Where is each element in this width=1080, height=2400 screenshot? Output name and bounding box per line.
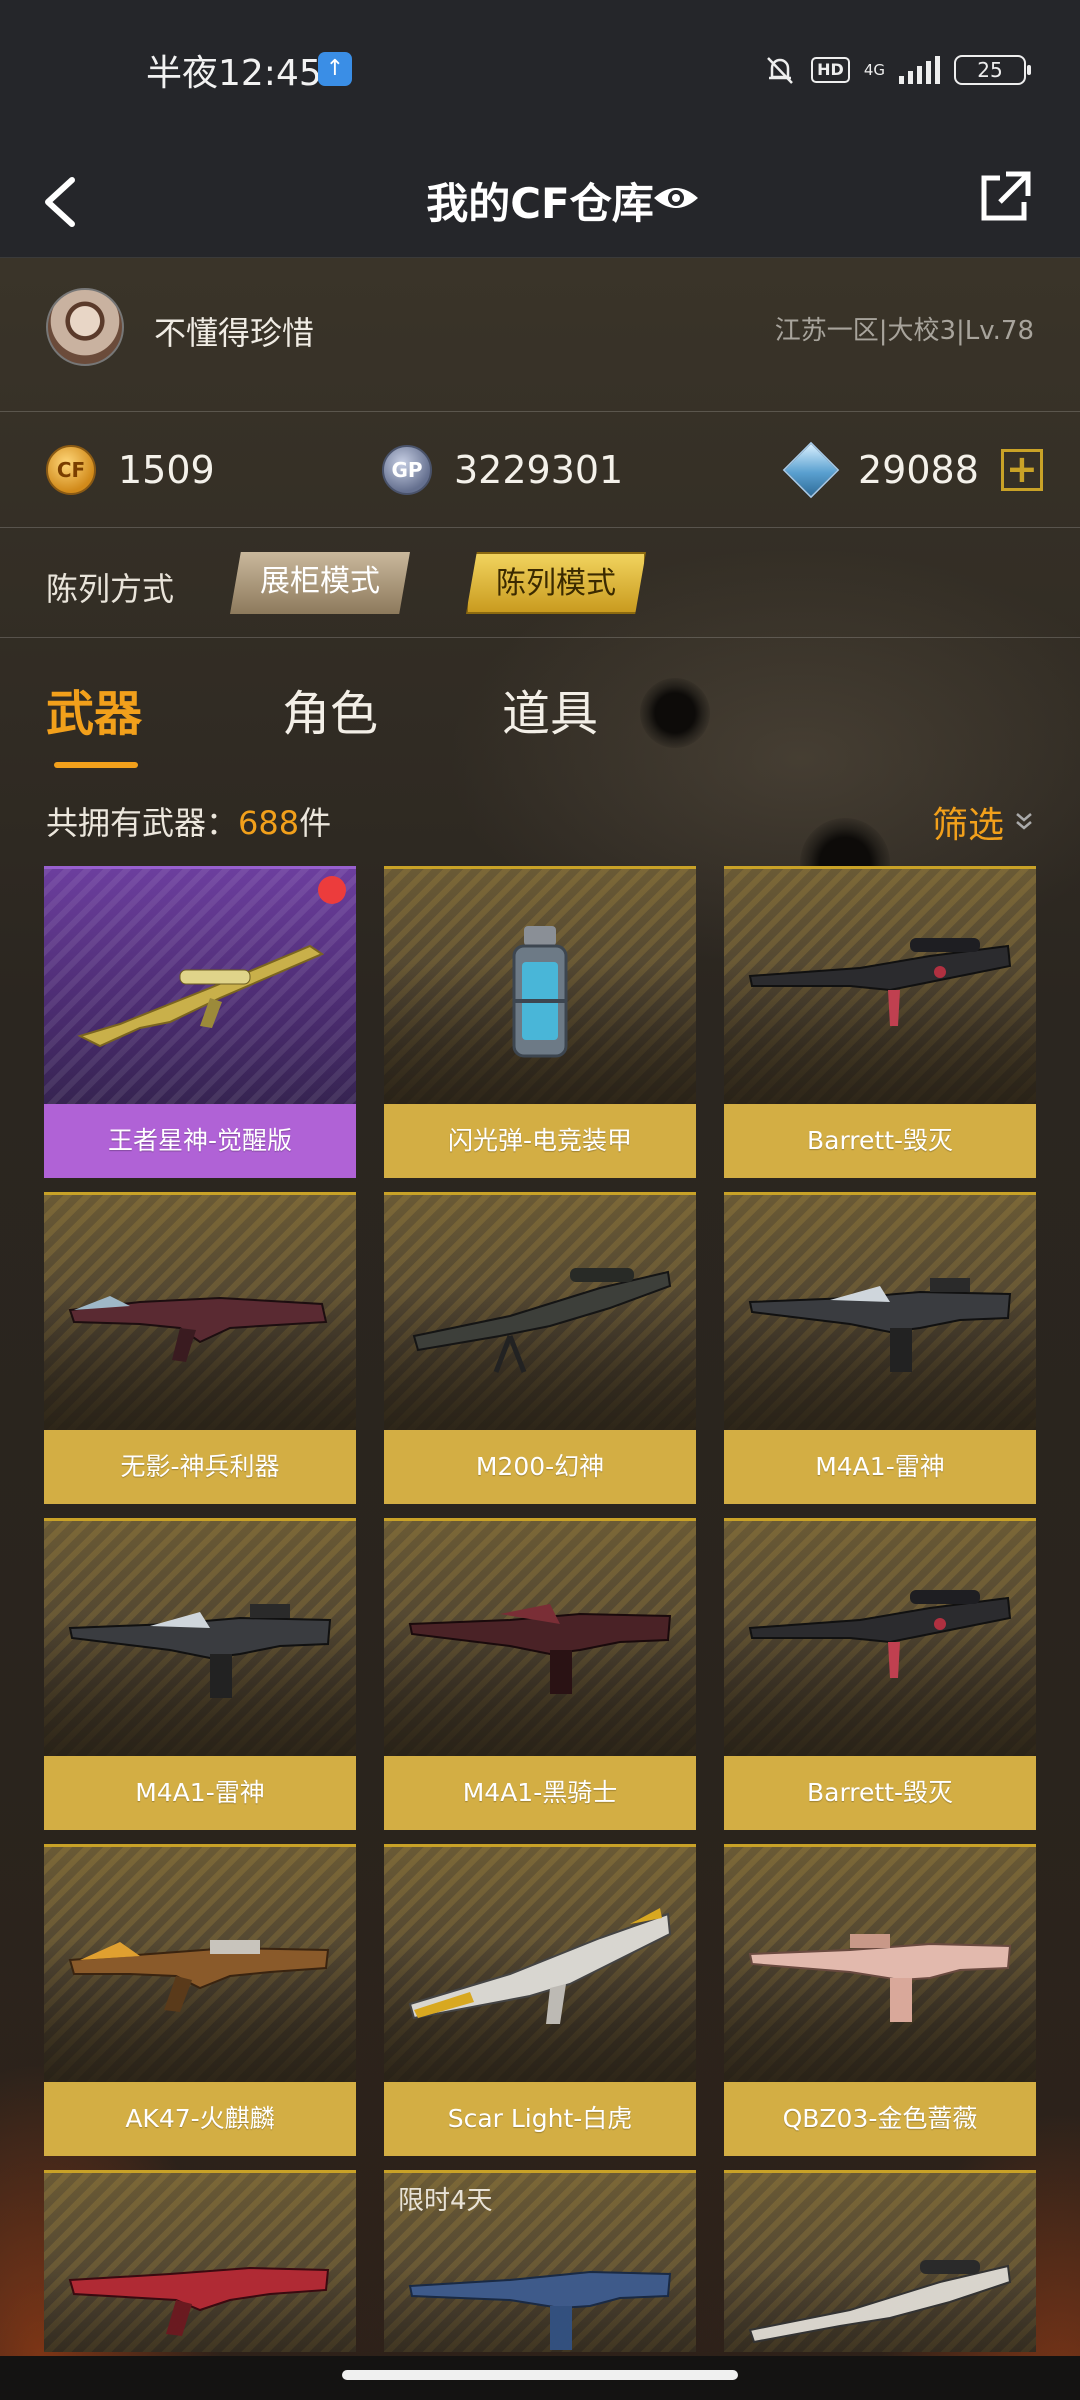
display-mode-row: 陈列方式 展柜模式 陈列模式 [0, 528, 1080, 638]
gp-points: GP 3229301 [382, 412, 623, 528]
weapon-card[interactable]: Barrett-毁灭 [724, 866, 1036, 1178]
chevron-down-icon [1016, 813, 1032, 830]
assault-rifle-icon [748, 1278, 1012, 1372]
weapon-card[interactable]: 闪光弹-电竞装甲 [384, 866, 696, 1178]
display-mode-label: 陈列方式 [46, 570, 175, 608]
weapon-name: 王者星神-觉醒版 [44, 1104, 356, 1178]
weapon-card[interactable]: AK47-火麒麟 [44, 1844, 356, 2156]
diamond-icon [782, 441, 840, 499]
cf-points: CF 1509 [46, 412, 215, 528]
app-header: 我的CF仓库 [0, 140, 1080, 258]
home-indicator[interactable] [342, 2370, 738, 2380]
profile-row: 不懂得珍惜 江苏一区|大校3|Lv.78 [0, 258, 1080, 412]
weapon-name: QBZ03-金色蔷薇 [724, 2082, 1036, 2156]
diamonds: 29088 + [782, 412, 1043, 528]
weapon-name: AK47-火麒麟 [44, 2082, 356, 2156]
assault-rifle-icon [408, 1908, 672, 2024]
weapon-name: 闪光弹-电竞装甲 [384, 1104, 696, 1178]
weapon-name: M200-幻神 [384, 1430, 696, 1504]
inventory-summary: 共拥有武器：688件 筛选 [0, 790, 1080, 850]
diamonds-value: 29088 [858, 448, 979, 492]
status-time: 半夜12:45 [146, 53, 322, 94]
weapon-card[interactable]: Scar Light-白虎 [384, 1844, 696, 2156]
weapon-card[interactable]: M4A1-雷神 [44, 1518, 356, 1830]
network-4g-icon: 4G [863, 61, 885, 79]
gp-coin-icon: GP [382, 445, 432, 495]
assault-rifle-icon [68, 1296, 328, 1362]
mute-bell-icon [767, 57, 794, 84]
new-badge [318, 876, 346, 904]
weapon-card[interactable]: 王者星神-觉醒版 [44, 866, 356, 1178]
eye-icon [654, 188, 698, 208]
assault-rifle-icon [408, 2270, 672, 2350]
weapon-name: Barrett-毁灭 [724, 1756, 1036, 1830]
weapon-card[interactable]: Barrett-毁灭 [724, 1518, 1036, 1830]
list-mode-button[interactable]: 陈列模式 [466, 552, 646, 614]
sniper-rifle-icon [748, 938, 1012, 1026]
signal-icon [899, 56, 940, 84]
weapon-name: M4A1-黑骑士 [384, 1756, 696, 1830]
tab-weapons[interactable]: 武器 [46, 674, 142, 744]
share-button[interactable] [970, 162, 1040, 232]
assault-rifle-icon [408, 1604, 672, 1694]
sniper-rifle-icon [748, 2260, 1012, 2344]
weapon-card[interactable]: 无影-神兵利器 [44, 1192, 356, 1504]
weapon-card[interactable]: M4A1-黑骑士 [384, 1518, 696, 1830]
weapon-count-value: 688 [238, 804, 300, 842]
tab-items[interactable]: 道具 [502, 674, 598, 744]
weapon-card[interactable]: 限时4天 [384, 2170, 696, 2352]
assault-rifle-icon [68, 2266, 330, 2336]
hd-icon: HD [811, 57, 850, 83]
currency-row: CF 1509 GP 3229301 29088 + [0, 412, 1080, 528]
filter-button[interactable]: 筛选 [932, 796, 1034, 848]
page-title: 我的CF仓库 [426, 179, 654, 228]
weapon-card[interactable] [44, 2170, 356, 2352]
cf-points-value: 1509 [118, 448, 215, 492]
weapon-count: 共拥有武器：688件 [46, 798, 331, 844]
weapon-name: M4A1-雷神 [724, 1430, 1036, 1504]
weapon-count-unit: 件 [299, 804, 332, 842]
external-share-icon [981, 171, 1031, 221]
status-icons: HD 4G 25 [763, 50, 1031, 90]
weapon-card[interactable]: M4A1-雷神 [724, 1192, 1036, 1504]
nickname: 不懂得珍惜 [154, 314, 315, 352]
status-bar: 半夜12:45 ↑ HD 4G 25 [0, 0, 1080, 140]
weapon-card[interactable]: M200-幻神 [384, 1192, 696, 1504]
filter-label: 筛选 [931, 805, 1004, 846]
battery-icon: 25 [954, 55, 1031, 85]
add-diamonds-button[interactable]: + [1000, 449, 1043, 491]
category-tabs: 武器 角色 道具 [0, 660, 1080, 780]
server-info: 江苏一区|大校3|Lv.78 [774, 316, 1034, 346]
weapon-name: Scar Light-白虎 [384, 2082, 696, 2156]
visibility-toggle-button[interactable] [652, 178, 700, 218]
weapon-card[interactable]: QBZ03-金色蔷薇 [724, 1844, 1036, 2156]
assault-rifle-icon [68, 1940, 330, 2012]
weapon-name: Barrett-毁灭 [724, 1104, 1036, 1178]
sniper-rifle-icon [412, 1268, 672, 1373]
showcase-mode-button[interactable]: 展柜模式 [230, 552, 410, 614]
weapon-count-label: 共拥有武器： [46, 804, 239, 842]
tab-characters[interactable]: 角色 [282, 674, 378, 744]
upload-icon: ↑ [318, 52, 352, 86]
assault-rifle-icon [748, 1934, 1012, 2022]
sniper-rifle-icon [748, 1590, 1012, 1678]
weapon-name: 无影-神兵利器 [44, 1430, 356, 1504]
tab-indicator [54, 762, 138, 768]
gp-value: 3229301 [454, 448, 624, 492]
assault-rifle-icon [68, 1604, 332, 1698]
sniper-rifle-icon [77, 944, 325, 1048]
avatar[interactable] [46, 288, 124, 366]
flash-grenade-icon [512, 926, 568, 1058]
cf-coin-icon: CF [46, 445, 96, 495]
time-limit-tag: 限时4天 [398, 2186, 493, 2216]
weapon-name: M4A1-雷神 [44, 1756, 356, 1830]
weapon-card[interactable] [724, 2170, 1036, 2352]
